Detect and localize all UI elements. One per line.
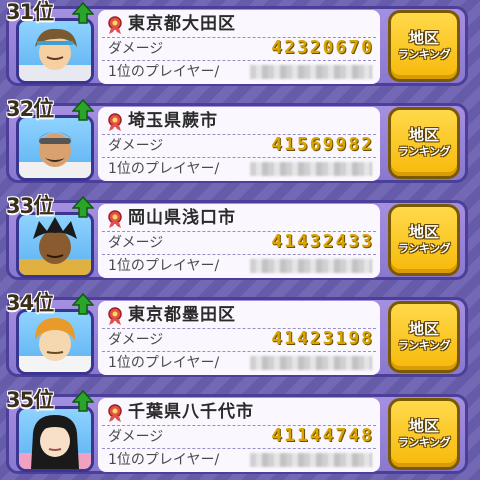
top-player-name-blurred [250, 259, 372, 273]
rank-up-arrow-icon [72, 99, 94, 121]
ranking-row: 32位 埼玉県蕨市 ダメージ 41569982 1位のプレイヤー/ 地区 ランキ… [0, 97, 480, 185]
ribbon-badge-icon [108, 210, 122, 228]
ribbon-badge-icon [108, 113, 122, 131]
rank-up-arrow-icon [72, 2, 94, 24]
avatar-portrait-icon [19, 132, 91, 178]
avatar [16, 406, 94, 472]
damage-value: 42320670 [271, 37, 374, 58]
region-ranking-button[interactable]: 地区 ランキング [388, 398, 460, 470]
damage-value: 41432433 [271, 231, 374, 252]
top-player-name-blurred [250, 162, 372, 176]
ranking-info-panel: 千葉県八千代市 ダメージ 41144748 1位のプレイヤー/ [98, 398, 380, 472]
rank-label: 35位 [6, 388, 54, 412]
avatar-portrait-icon [19, 318, 91, 372]
ranking-row: 31位 東京都大田区 ダメージ 42320670 1位のプレイヤー/ 地区 ラン… [0, 0, 480, 88]
damage-value: 41569982 [271, 134, 374, 155]
damage-label: ダメージ [108, 138, 164, 154]
rank-up-arrow-icon [72, 196, 94, 218]
region-name: 東京都墨田区 [128, 305, 236, 325]
avatar [16, 212, 94, 278]
avatar-portrait-icon [19, 415, 91, 469]
region-name: 千葉県八千代市 [128, 402, 254, 422]
ranking-info-panel: 東京都大田区 ダメージ 42320670 1位のプレイヤー/ [98, 10, 380, 84]
avatar [16, 115, 94, 181]
ranking-row: 33位 岡山県浅口市 ダメージ 41432433 1位のプレイヤー/ 地区 ラン… [0, 194, 480, 282]
rank-label: 32位 [6, 97, 54, 121]
ranking-info-panel: 埼玉県蕨市 ダメージ 41569982 1位のプレイヤー/ [98, 107, 380, 181]
ranking-row: 34位 東京都墨田区 ダメージ 41423198 1位のプレイヤー/ 地区 ラン… [0, 291, 480, 379]
damage-value: 41144748 [271, 425, 374, 446]
top-player-label: 1位のプレイヤー/ [108, 64, 220, 80]
button-label-line2: ランキング [397, 242, 451, 255]
ranking-info-panel: 東京都墨田区 ダメージ 41423198 1位のプレイヤー/ [98, 301, 380, 375]
button-label-line2: ランキング [397, 339, 451, 352]
damage-value: 41423198 [271, 328, 374, 349]
damage-label: ダメージ [108, 429, 164, 445]
region-ranking-button[interactable]: 地区 ランキング [388, 10, 460, 82]
avatar-portrait-icon [19, 217, 91, 275]
region-ranking-button[interactable]: 地区 ランキング [388, 107, 460, 179]
rank-up-arrow-icon [72, 390, 94, 412]
damage-label: ダメージ [108, 332, 164, 348]
button-label-line1: 地区 [408, 29, 439, 47]
divider [102, 351, 376, 352]
ribbon-badge-icon [108, 307, 122, 325]
button-label-line1: 地区 [408, 223, 439, 241]
divider [102, 448, 376, 449]
top-player-label: 1位のプレイヤー/ [108, 355, 220, 371]
top-player-label: 1位のプレイヤー/ [108, 258, 220, 274]
avatar [16, 18, 94, 84]
button-label-line2: ランキング [397, 436, 451, 449]
rank-label: 31位 [6, 0, 54, 24]
rank-up-arrow-icon [72, 293, 94, 315]
rank-label: 33位 [6, 194, 54, 218]
divider [102, 254, 376, 255]
region-name: 岡山県浅口市 [128, 208, 236, 228]
rank-label: 34位 [6, 291, 54, 315]
top-player-label: 1位のプレイヤー/ [108, 161, 220, 177]
ranking-info-panel: 岡山県浅口市 ダメージ 41432433 1位のプレイヤー/ [98, 204, 380, 278]
region-ranking-button[interactable]: 地区 ランキング [388, 301, 460, 373]
damage-label: ダメージ [108, 235, 164, 251]
damage-label: ダメージ [108, 41, 164, 57]
button-label-line2: ランキング [397, 48, 451, 61]
button-label-line1: 地区 [408, 417, 439, 435]
top-player-name-blurred [250, 356, 372, 370]
button-label-line2: ランキング [397, 145, 451, 158]
region-name: 東京都大田区 [128, 14, 236, 34]
button-label-line1: 地区 [408, 126, 439, 144]
avatar-portrait-icon [19, 28, 91, 81]
top-player-label: 1位のプレイヤー/ [108, 452, 220, 468]
top-player-name-blurred [250, 453, 372, 467]
top-player-name-blurred [250, 65, 372, 79]
divider [102, 157, 376, 158]
button-label-line1: 地区 [408, 320, 439, 338]
region-ranking-button[interactable]: 地区 ランキング [388, 204, 460, 276]
ranking-list: 31位 東京都大田区 ダメージ 42320670 1位のプレイヤー/ 地区 ラン… [0, 0, 480, 480]
divider [102, 60, 376, 61]
ranking-row: 35位 千葉県八千代市 ダメージ 41144748 1位のプレイヤー/ 地区 ラ… [0, 388, 480, 476]
region-name: 埼玉県蕨市 [128, 111, 218, 131]
avatar [16, 309, 94, 375]
ribbon-badge-icon [108, 16, 122, 34]
ribbon-badge-icon [108, 404, 122, 422]
